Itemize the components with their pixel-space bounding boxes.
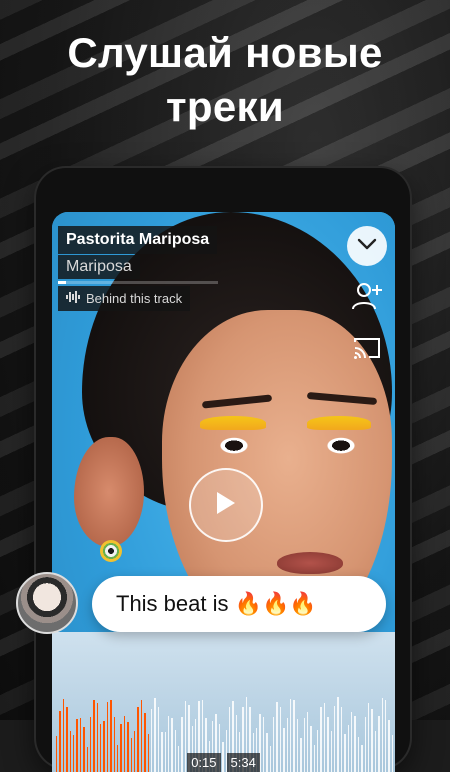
waveform-icon — [66, 291, 80, 306]
play-button[interactable] — [189, 468, 263, 542]
play-icon — [215, 490, 237, 521]
artwork-eye-left — [207, 430, 261, 456]
chevron-down-icon — [357, 237, 377, 255]
artwork-eye-right — [314, 430, 368, 456]
player-screen: Pastorita Mariposa Mariposa Behind this … — [52, 212, 395, 772]
phone-frame: Pastorita Mariposa Mariposa Behind this … — [36, 168, 410, 768]
comment-text: This beat is 🔥🔥🔥 — [116, 591, 317, 617]
promo-title: Слушай новые треки — [0, 26, 450, 134]
track-info: Pastorita Mariposa Mariposa Behind this … — [58, 226, 258, 311]
follow-artist-button[interactable] — [347, 278, 387, 318]
time-current: 0:15 — [187, 753, 220, 772]
mini-progress-bar — [58, 281, 218, 284]
comment-avatar[interactable] — [16, 572, 78, 634]
time-total: 5:34 — [227, 753, 260, 772]
behind-this-track-button[interactable]: Behind this track — [58, 286, 190, 311]
comment-bubble: This beat is 🔥🔥🔥 — [92, 576, 386, 632]
artwork-eyeshadow-left — [200, 416, 266, 430]
mini-progress-fill — [58, 281, 66, 284]
promo-title-line-1: Слушай новые — [0, 26, 450, 80]
behind-this-track-label: Behind this track — [86, 291, 182, 306]
promo-title-line-2: треки — [0, 80, 450, 134]
collapse-button[interactable] — [347, 226, 387, 266]
track-artist[interactable]: Mariposa — [58, 255, 140, 279]
artwork-ear — [74, 437, 144, 547]
time-row: 0:15 5:34 — [52, 752, 395, 772]
track-title-row: Pastorita Mariposa — [58, 226, 258, 255]
artwork-eyeshadow-right — [307, 416, 371, 430]
cast-button[interactable] — [347, 330, 387, 370]
artwork-lips — [277, 552, 343, 574]
artwork-earring — [100, 540, 122, 562]
right-controls — [347, 226, 387, 382]
track-artist-row: Mariposa — [58, 255, 258, 281]
track-title[interactable]: Pastorita Mariposa — [58, 226, 217, 254]
cast-icon — [353, 336, 381, 365]
add-user-icon — [352, 282, 382, 315]
